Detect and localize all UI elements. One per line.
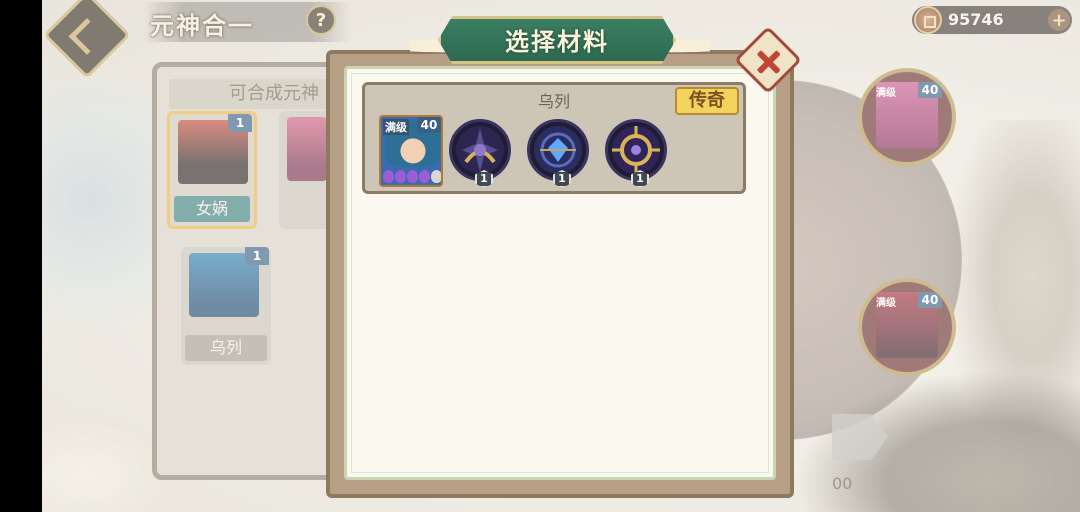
purple-flame-icon [395, 170, 406, 183]
blue-gem-emblem-icon [534, 126, 582, 174]
purple-flame-icon [383, 170, 394, 183]
left-black-bar [0, 0, 42, 512]
material-hero-card[interactable]: 满级 40 [379, 115, 443, 187]
star-flames [383, 170, 441, 183]
material-item-3[interactable]: 1 [605, 119, 667, 188]
modal-title: 选择材料 [505, 28, 609, 56]
purple-flame-icon [419, 170, 430, 183]
grey-flame-icon [431, 170, 441, 183]
dark-sword-emblem-icon [456, 126, 504, 174]
material-item-1[interactable]: 1 [449, 119, 511, 188]
material-group: 乌列 传奇 满级 40 1 1 1 [362, 82, 746, 194]
max-level-tag: 满级 [383, 119, 409, 135]
level-badge: 40 [417, 117, 441, 133]
material-item-2[interactable]: 1 [527, 119, 589, 188]
rarity-tag: 传奇 [675, 87, 739, 115]
purple-flame-icon [407, 170, 418, 183]
gold-ring-emblem-icon [612, 126, 660, 174]
